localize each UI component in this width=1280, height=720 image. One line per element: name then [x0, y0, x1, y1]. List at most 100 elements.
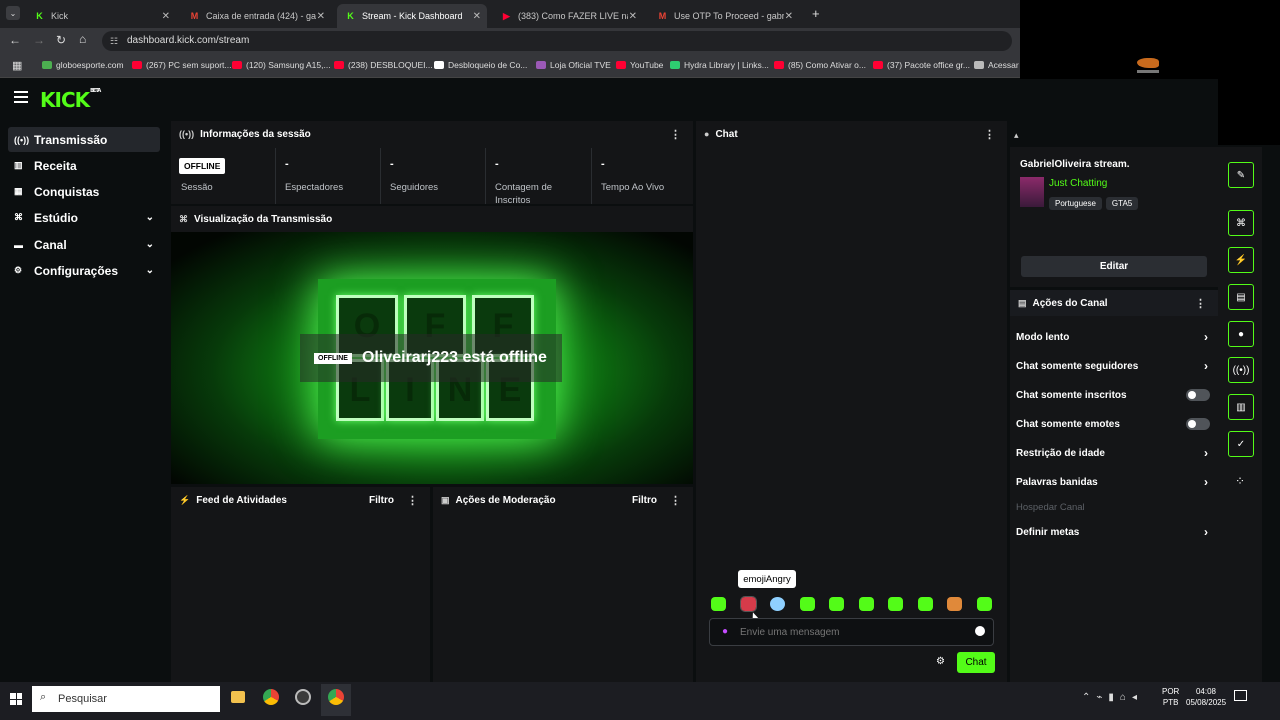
more-icon[interactable]: ⋮	[670, 128, 681, 141]
bookmark-item[interactable]: (120) Samsung A15,...	[232, 60, 331, 70]
browser-tab[interactable]: M Caixa de entrada (424) - gabriel✕	[181, 4, 331, 28]
more-icon[interactable]: ⋮	[1195, 297, 1206, 310]
sidebar-item[interactable]: ((•)) Transmissão	[8, 127, 160, 152]
add-widget-icon[interactable]: ⁘	[1235, 474, 1245, 488]
toggle-switch[interactable]	[1186, 389, 1210, 401]
activity-filter-button[interactable]: Filtro	[369, 495, 394, 506]
wrench-icon[interactable]: ✓	[1228, 431, 1254, 457]
sidebar-item[interactable]: ⌘ Estúdio ⌄	[8, 205, 160, 230]
quick-action-icon[interactable]: ⚡	[1228, 247, 1254, 273]
layout-tool-icon[interactable]: ▥	[1228, 394, 1254, 420]
emote-icon[interactable]	[711, 597, 726, 611]
chrome-icon[interactable]	[263, 689, 279, 705]
emote-icon[interactable]	[858, 597, 874, 611]
more-icon[interactable]: ⋮	[407, 494, 418, 507]
stream-tag[interactable]: GTA5	[1105, 197, 1139, 210]
chrome-profile-icon[interactable]	[328, 689, 344, 705]
browser-tab[interactable]: K Stream - Kick Dashboard ✕	[337, 4, 487, 28]
tray-icons[interactable]: ⌃⌁▮⌂◂	[1082, 692, 1143, 703]
bookmark-item[interactable]: (238) DESBLOQUEI...	[334, 60, 433, 70]
forward-icon[interactable]: →	[33, 33, 45, 47]
file-explorer-icon[interactable]	[231, 691, 245, 703]
close-tab-icon[interactable]: ✕	[473, 11, 481, 22]
reload-icon[interactable]: ↻	[56, 33, 66, 47]
session-info-panel: ((•)) Informações da sessão ⋮ OFFLINE Ses…	[171, 121, 693, 206]
close-tab-icon[interactable]: ✕	[317, 11, 325, 22]
home-icon[interactable]: ⌂	[79, 32, 86, 46]
emote-icon[interactable]	[829, 597, 844, 611]
emoji-icon[interactable]	[975, 626, 985, 636]
windows-start-icon[interactable]	[10, 693, 22, 705]
back-icon[interactable]: ←	[9, 33, 21, 47]
browser-tab[interactable]: ▶ (383) Como FAZER LIVE na KICK✕	[493, 4, 643, 28]
chat-tool-icon[interactable]: ●	[1228, 321, 1254, 347]
new-tab-button[interactable]: +	[812, 6, 820, 21]
chat-send-button[interactable]: Chat	[957, 652, 995, 673]
close-tab-icon[interactable]: ✕	[629, 11, 637, 22]
apps-icon[interactable]: ▦	[12, 59, 22, 72]
menu-icon[interactable]	[14, 91, 28, 103]
sidebar-item-label: Estúdio	[34, 210, 78, 225]
edit-pencil-icon[interactable]: ✎	[1228, 162, 1254, 188]
mic-icon[interactable]: ●	[722, 626, 728, 637]
bolt-icon: ⚡	[179, 494, 191, 505]
chat-message-field[interactable]	[740, 624, 960, 640]
clock[interactable]: 04:08 05/08/2025	[1186, 686, 1226, 708]
channel-action-item[interactable]: Chat somente seguidores ›	[1016, 356, 1212, 376]
close-tab-icon[interactable]: ✕	[785, 11, 793, 22]
emote-icon[interactable]	[917, 597, 933, 611]
taskbar-search[interactable]: ⌕ Pesquisar	[32, 686, 220, 712]
sidebar-item[interactable]: ⚙ Configurações ⌄	[8, 258, 160, 283]
bookmark-item[interactable]: Desbloqueio de Co...	[434, 60, 527, 70]
browser-tab[interactable]: K Kick ✕	[26, 4, 176, 28]
more-icon[interactable]: ⋮	[670, 494, 681, 507]
chat-icon: ●	[704, 129, 710, 139]
moderation-filter-button[interactable]: Filtro	[632, 495, 657, 506]
bookmark-item[interactable]: (37) Pacote office gr...	[873, 60, 970, 70]
bookmark-item[interactable]: (85) Como Ativar o...	[774, 60, 866, 70]
moderation-tool-icon[interactable]: ⌘	[1228, 210, 1254, 236]
channel-action-item[interactable]: Definir metas ›	[1016, 522, 1212, 542]
notifications-icon[interactable]	[1234, 690, 1247, 701]
sidebar-item[interactable]: ▥ Receita	[8, 153, 160, 178]
channel-action-item[interactable]: Palavras banidas ›	[1016, 472, 1212, 492]
bookmark-item[interactable]: globoesporte.com	[42, 60, 124, 70]
sidebar-item[interactable]: ▦ Conquistas	[8, 179, 160, 204]
chat-input[interactable]: ●	[709, 618, 994, 646]
channel-action-item[interactable]: Chat somente inscritos	[1016, 385, 1212, 405]
close-tab-icon[interactable]: ✕	[162, 11, 170, 22]
kick-logo[interactable]: KICKBETA	[40, 88, 101, 112]
stream-tag[interactable]: Portuguese	[1049, 197, 1102, 210]
category-thumbnail[interactable]	[1020, 177, 1044, 207]
url-bar[interactable]: ☷ dashboard.kick.com/stream	[102, 31, 1012, 51]
toggle-switch[interactable]	[1186, 418, 1210, 430]
moderation-title: Ações de Moderação	[455, 494, 556, 506]
clock-date: 05/08/2025	[1186, 698, 1227, 707]
site-info-icon[interactable]: ☷	[110, 31, 118, 51]
bookmark-item[interactable]: Hydra Library | Links...	[670, 60, 769, 70]
emote-icon[interactable]	[976, 597, 992, 611]
emote-icon[interactable]	[739, 596, 757, 612]
channel-action-item[interactable]: Restrição de idade ›	[1016, 443, 1212, 463]
notes-icon[interactable]: ▤	[1228, 284, 1254, 310]
sidebar-item[interactable]: ▬ Canal ⌄	[8, 232, 160, 257]
more-icon[interactable]: ⋮	[984, 128, 995, 141]
bookmark-item[interactable]: Acessar	[974, 60, 1019, 70]
channel-action-item[interactable]: Chat somente emotes	[1016, 414, 1212, 434]
bookmark-item[interactable]: YouTube	[616, 60, 663, 70]
broadcast-tool-icon[interactable]: ((•))	[1228, 357, 1254, 383]
channel-action-item[interactable]: Modo lento ›	[1016, 327, 1212, 347]
browser-tab[interactable]: M Use OTP To Proceed - gabrielj ✕	[649, 4, 799, 28]
chat-settings-icon[interactable]: ⚙	[936, 656, 945, 667]
category-link[interactable]: Just Chatting	[1049, 178, 1107, 189]
emote-icon[interactable]	[888, 597, 903, 611]
emote-icon[interactable]	[799, 597, 815, 611]
emote-icon[interactable]	[770, 597, 785, 611]
bookmark-item[interactable]: (267) PC sem suport...	[132, 60, 232, 70]
bookmark-item[interactable]: Loja Oficial TVE	[536, 60, 611, 70]
language-indicator[interactable]: POR PTB	[1162, 686, 1179, 708]
obs-icon[interactable]	[295, 689, 311, 705]
edit-button[interactable]: Editar	[1021, 256, 1207, 277]
emote-icon[interactable]	[947, 597, 962, 611]
tab-search-button[interactable]: ⌄	[6, 6, 20, 20]
